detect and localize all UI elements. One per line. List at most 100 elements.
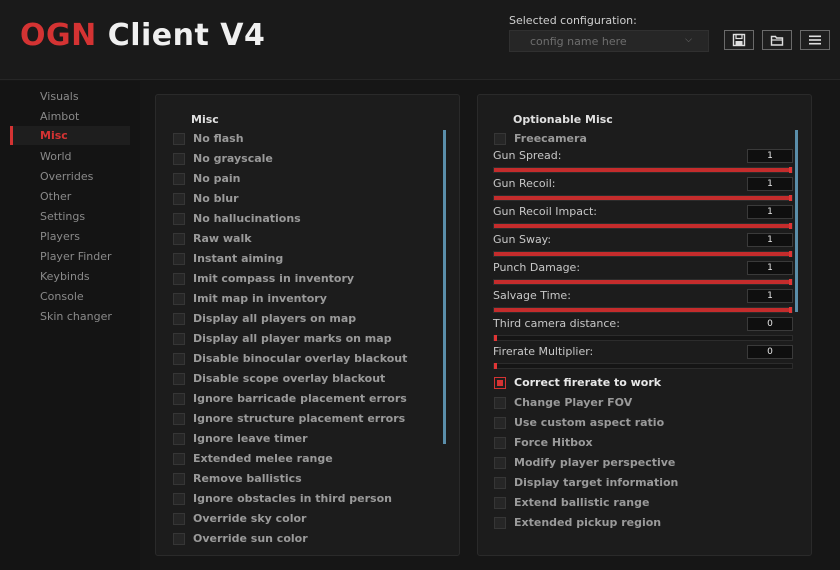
no-hallucinations-checkbox[interactable] (173, 213, 185, 225)
misc-scrollbar[interactable] (443, 130, 446, 444)
display-target-information-checkbox[interactable] (494, 477, 506, 489)
sidebar-item-skin-changer[interactable]: Skin changer (10, 307, 130, 326)
option-row[interactable]: No blur (173, 191, 433, 207)
option-row[interactable]: Change Player FOV (494, 395, 784, 411)
no-grayscale-checkbox[interactable] (173, 153, 185, 165)
disable-binocular-overlay-blackout-checkbox[interactable] (173, 353, 185, 365)
sidebar-item-overrides[interactable]: Overrides (10, 167, 130, 186)
extend-ballistic-range-checkbox[interactable] (494, 497, 506, 509)
slider-track[interactable] (493, 335, 793, 341)
option-row[interactable]: No pain (173, 171, 433, 187)
modify-player-perspective-checkbox[interactable] (494, 457, 506, 469)
imit-map-in-inventory-checkbox[interactable] (173, 293, 185, 305)
slider-track[interactable] (493, 195, 793, 201)
sidebar-item-visuals[interactable]: Visuals (10, 87, 130, 106)
option-row[interactable]: Override sun color (173, 531, 433, 547)
slider-handle[interactable] (494, 363, 497, 369)
slider-track[interactable] (493, 223, 793, 229)
option-row[interactable]: No flash (173, 131, 433, 147)
option-row[interactable]: No grayscale (173, 151, 433, 167)
display-all-players-on-map-checkbox[interactable] (173, 313, 185, 325)
slider-track[interactable] (493, 363, 793, 369)
option-row[interactable]: Disable binocular overlay blackout (173, 351, 433, 367)
option-row[interactable]: Remove ballistics (173, 471, 433, 487)
option-row[interactable]: Display all player marks on map (173, 331, 433, 347)
slider-track[interactable] (493, 167, 793, 173)
option-row[interactable]: Extended melee range (173, 451, 433, 467)
option-row[interactable]: Override sky color (173, 511, 433, 527)
sidebar-item-players[interactable]: Players (10, 227, 130, 246)
sidebar-item-keybinds[interactable]: Keybinds (10, 267, 130, 286)
override-sky-color-checkbox[interactable] (173, 513, 185, 525)
slider-handle[interactable] (789, 307, 792, 313)
slider-value-input[interactable]: 0 (747, 317, 793, 331)
no-pain-checkbox[interactable] (173, 173, 185, 185)
no-flash-checkbox[interactable] (173, 133, 185, 145)
option-row[interactable]: Imit map in inventory (173, 291, 433, 307)
option-row[interactable]: Raw walk (173, 231, 433, 247)
slider-value-input[interactable]: 1 (747, 149, 793, 163)
slider-track[interactable] (493, 307, 793, 313)
option-row[interactable]: Correct firerate to work (494, 375, 784, 391)
slider-value-input[interactable]: 1 (747, 289, 793, 303)
correct-firerate-to-work-checkbox[interactable] (494, 377, 506, 389)
option-row[interactable]: Ignore leave timer (173, 431, 433, 447)
ignore-barricade-placement-errors-checkbox[interactable] (173, 393, 185, 405)
sidebar-item-other[interactable]: Other (10, 187, 130, 206)
slider-value-input[interactable]: 1 (747, 233, 793, 247)
freecamera-checkbox[interactable] (494, 133, 506, 145)
ignore-obstacles-in-third-person-checkbox[interactable] (173, 493, 185, 505)
sidebar-item-aimbot[interactable]: Aimbot (10, 107, 130, 126)
extended-melee-range-checkbox[interactable] (173, 453, 185, 465)
slider-handle[interactable] (789, 167, 792, 173)
option-row[interactable]: Instant aiming (173, 251, 433, 267)
slider-handle[interactable] (494, 335, 497, 341)
option-row[interactable]: Force Hitbox (494, 435, 784, 451)
use-custom-aspect-ratio-checkbox[interactable] (494, 417, 506, 429)
option-row[interactable]: Ignore barricade placement errors (173, 391, 433, 407)
slider-track[interactable] (493, 251, 793, 257)
change-player-fov-checkbox[interactable] (494, 397, 506, 409)
slider-handle[interactable] (789, 223, 792, 229)
slider-value-input[interactable]: 1 (747, 205, 793, 219)
disable-scope-overlay-blackout-checkbox[interactable] (173, 373, 185, 385)
no-blur-checkbox[interactable] (173, 193, 185, 205)
sidebar-item-settings[interactable]: Settings (10, 207, 130, 226)
raw-walk-checkbox[interactable] (173, 233, 185, 245)
option-row[interactable]: No hallucinations (173, 211, 433, 227)
option-row[interactable]: Freecamera (494, 131, 784, 147)
instant-aiming-checkbox[interactable] (173, 253, 185, 265)
sidebar-item-player-finder[interactable]: Player Finder (10, 247, 130, 266)
slider-value-input[interactable]: 1 (747, 177, 793, 191)
display-all-player-marks-on-map-checkbox[interactable] (173, 333, 185, 345)
ignore-leave-timer-checkbox[interactable] (173, 433, 185, 445)
option-row[interactable]: Extended pickup region (494, 515, 784, 531)
option-row[interactable]: Modify player perspective (494, 455, 784, 471)
slider-value-input[interactable]: 1 (747, 261, 793, 275)
slider-value-input[interactable]: 0 (747, 345, 793, 359)
slider-track[interactable] (493, 279, 793, 285)
option-row[interactable]: Imit compass in inventory (173, 271, 433, 287)
extended-pickup-region-checkbox[interactable] (494, 517, 506, 529)
open-folder-button[interactable] (762, 30, 792, 50)
option-row[interactable]: Ignore structure placement errors (173, 411, 433, 427)
option-row[interactable]: Extend ballistic range (494, 495, 784, 511)
config-select[interactable]: config name here ⌵ (509, 30, 709, 52)
option-row[interactable]: Ignore obstacles in third person (173, 491, 433, 507)
sidebar-item-world[interactable]: World (10, 147, 130, 166)
option-row[interactable]: Use custom aspect ratio (494, 415, 784, 431)
override-sun-color-checkbox[interactable] (173, 533, 185, 545)
option-row[interactable]: Display all players on map (173, 311, 433, 327)
force-hitbox-checkbox[interactable] (494, 437, 506, 449)
save-button[interactable] (724, 30, 754, 50)
slider-handle[interactable] (789, 251, 792, 257)
imit-compass-in-inventory-checkbox[interactable] (173, 273, 185, 285)
option-row[interactable]: Disable scope overlay blackout (173, 371, 433, 387)
ignore-structure-placement-errors-checkbox[interactable] (173, 413, 185, 425)
sidebar-item-console[interactable]: Console (10, 287, 130, 306)
option-row[interactable]: Display target information (494, 475, 784, 491)
slider-handle[interactable] (789, 279, 792, 285)
menu-button[interactable] (800, 30, 830, 50)
remove-ballistics-checkbox[interactable] (173, 473, 185, 485)
sidebar-item-misc[interactable]: Misc (10, 126, 130, 145)
